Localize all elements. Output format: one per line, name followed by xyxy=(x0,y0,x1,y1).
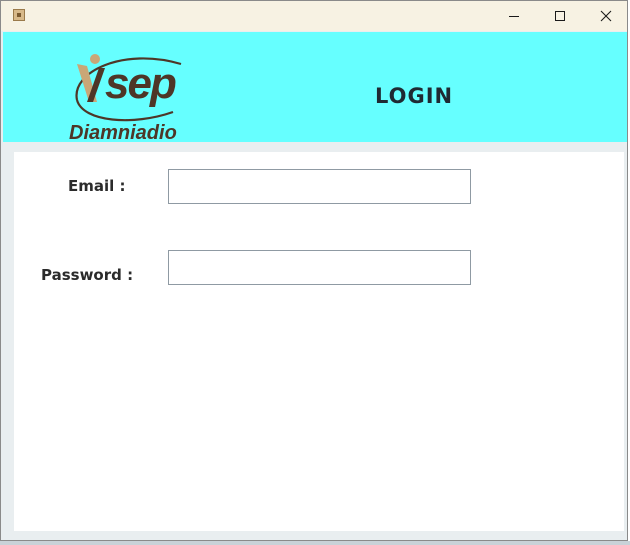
logo-brand-text: sep xyxy=(105,59,176,108)
email-field[interactable] xyxy=(168,169,471,204)
minimize-button[interactable] xyxy=(491,1,537,31)
isep-logo: sep Diamniadio xyxy=(63,42,203,144)
maximize-icon xyxy=(555,11,565,21)
login-window: sep Diamniadio LOGIN Email : Password : xyxy=(0,0,628,541)
maximize-button[interactable] xyxy=(537,1,583,31)
password-field[interactable] xyxy=(168,250,471,285)
page-title: LOGIN xyxy=(375,84,454,108)
title-bar[interactable] xyxy=(1,1,627,31)
login-form: Email : Password : xyxy=(14,152,624,531)
taskbar-edge xyxy=(0,541,630,545)
logo-subtitle: Diamniadio xyxy=(69,122,177,142)
isep-logo-graphic: sep Diamniadio xyxy=(69,54,182,144)
java-app-icon xyxy=(13,9,25,21)
close-icon xyxy=(600,10,612,22)
email-label: Email : xyxy=(68,177,126,195)
password-label: Password : xyxy=(41,266,134,284)
header-banner: sep Diamniadio LOGIN xyxy=(3,32,627,144)
minimize-icon xyxy=(509,16,519,17)
close-button[interactable] xyxy=(583,1,629,31)
